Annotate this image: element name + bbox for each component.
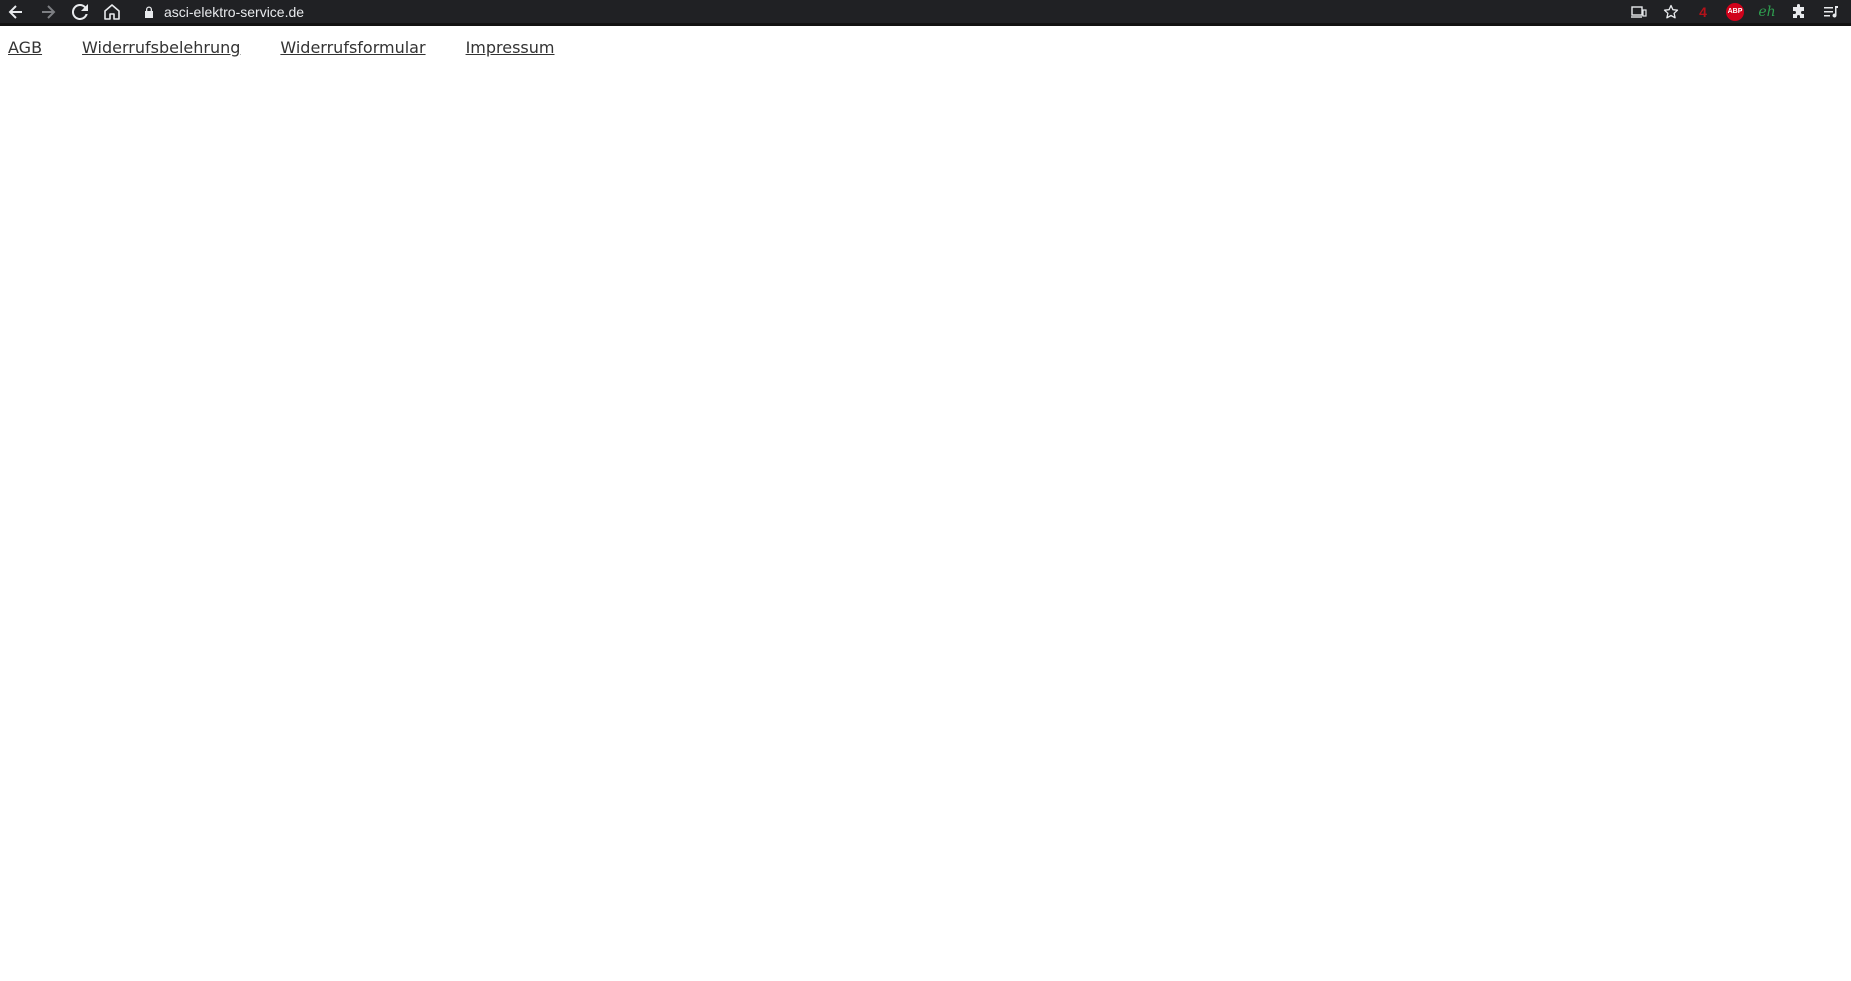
home-button[interactable]	[96, 0, 128, 24]
back-button[interactable]	[0, 0, 32, 24]
bookmark-star-button[interactable]	[1655, 0, 1687, 24]
adblock-plus-button[interactable]: ABP	[1719, 0, 1751, 24]
extensions-menu-button[interactable]	[1783, 0, 1815, 24]
arrow-left-icon	[8, 4, 22, 19]
reload-icon	[72, 3, 88, 20]
install-app-button[interactable]	[1623, 0, 1655, 24]
nav-link-widerrufsformular[interactable]: Widerrufsformular	[280, 38, 425, 58]
extension-eh-button[interactable]: eh	[1751, 0, 1783, 24]
arrow-right-icon	[42, 4, 56, 19]
reload-button[interactable]	[64, 0, 96, 24]
eh-extension-icon: eh	[1758, 3, 1776, 20]
url-text[interactable]: asci-elektro-service.de	[164, 1, 304, 23]
toolbar-right-icons: 4 ABP eh	[1623, 0, 1851, 24]
red-extension-icon: 4	[1699, 3, 1707, 20]
adblock-plus-icon: ABP	[1726, 2, 1744, 21]
browser-toolbar: asci-elektro-service.de 4 ABP eh	[0, 0, 1851, 26]
puzzle-icon	[1793, 3, 1804, 18]
extension-red-button[interactable]: 4	[1687, 0, 1719, 24]
playlist-icon	[1824, 5, 1838, 18]
lock-icon	[142, 5, 156, 19]
nav-link-widerrufsbelehrung[interactable]: Widerrufsbelehrung	[82, 38, 240, 58]
nav-link-agb[interactable]: AGB	[8, 38, 42, 58]
media-control-button[interactable]	[1815, 0, 1847, 24]
nav-link-impressum[interactable]: Impressum	[466, 38, 555, 58]
footer-link-nav: AGB Widerrufsbelehrung Widerrufsformular…	[8, 38, 595, 58]
star-icon	[1663, 4, 1679, 18]
address-bar[interactable]: asci-elektro-service.de	[142, 1, 1623, 23]
install-app-icon	[1631, 5, 1647, 18]
page-content: AGB Widerrufsbelehrung Widerrufsformular…	[0, 26, 1851, 981]
forward-button[interactable]	[32, 0, 64, 24]
home-icon	[104, 3, 120, 20]
